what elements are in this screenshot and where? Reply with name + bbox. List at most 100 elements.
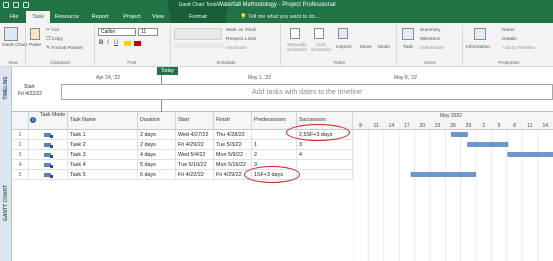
summary-button[interactable]: Summary xyxy=(420,28,441,33)
row-number[interactable]: 1 xyxy=(12,130,29,140)
tab-view[interactable]: View xyxy=(148,11,168,23)
group-label-insert: Insert xyxy=(424,60,436,65)
inspect-button[interactable]: Inspect xyxy=(336,45,351,50)
timeline-date: May 8, '22 xyxy=(394,75,417,81)
successors-cell[interactable]: 4 xyxy=(297,150,353,160)
gantt-chart-area[interactable]: 8 11 14 17 20 23 26 29 2 5 8 11 14 xyxy=(353,112,553,261)
separator xyxy=(94,25,95,65)
predecessors-cell[interactable]: 1 xyxy=(252,140,297,150)
task-name-cell[interactable]: Task 2 xyxy=(68,140,138,150)
inactivate-button[interactable]: Inactivate xyxy=(226,46,247,51)
col-header-finish[interactable]: Finish xyxy=(214,112,252,130)
move-button[interactable]: Move xyxy=(360,45,372,50)
task-name-cell[interactable]: Task 4 xyxy=(68,160,138,170)
col-header-start[interactable]: Start xyxy=(176,112,214,130)
details-button[interactable]: Details xyxy=(502,37,517,42)
cut-button[interactable]: ✂ Cut xyxy=(46,28,59,33)
row-number[interactable]: 5 xyxy=(12,170,29,180)
tab-project[interactable]: Project xyxy=(118,11,146,23)
task-mode-cell[interactable] xyxy=(38,140,68,150)
task-button[interactable]: Task xyxy=(403,45,413,50)
task-name-cell[interactable]: Task 3 xyxy=(68,150,138,160)
finish-cell[interactable]: Mon 5/16/22 xyxy=(214,160,252,170)
tab-task[interactable]: Task xyxy=(26,11,50,23)
duration-cell[interactable]: 2 days xyxy=(138,130,176,140)
col-header-task-name[interactable]: Task Name xyxy=(68,112,138,130)
task-icon[interactable] xyxy=(402,28,414,40)
successors-cell[interactable]: 3 xyxy=(297,140,353,150)
timeline-side-text: TIMELINE xyxy=(3,76,9,100)
information-icon[interactable] xyxy=(474,28,486,40)
font-family-select[interactable]: Calibri xyxy=(98,28,136,36)
respect-links-button[interactable]: Respect Links xyxy=(226,37,256,42)
task-mode-cell[interactable] xyxy=(38,130,68,140)
copy-button[interactable]: ❐ Copy xyxy=(46,37,63,42)
tab-resource[interactable]: Resource xyxy=(52,11,82,23)
duration-cell[interactable]: 6 days xyxy=(138,170,176,180)
select-all-corner[interactable] xyxy=(12,112,29,130)
predecessors-cell[interactable]: 2 xyxy=(252,150,297,160)
col-header-task-mode[interactable]: Task Mode xyxy=(38,112,68,130)
finish-cell[interactable]: Mon 5/9/22 xyxy=(214,150,252,160)
font-color-icon[interactable] xyxy=(134,41,141,46)
task-mode-cell[interactable] xyxy=(38,170,68,180)
task-mode-cell[interactable] xyxy=(38,160,68,170)
deliverable-button[interactable]: Deliverable xyxy=(420,46,444,51)
task-name-cell[interactable]: Task 1 xyxy=(68,130,138,140)
milestone-button[interactable]: Milestone xyxy=(420,37,441,42)
italic-button[interactable]: I xyxy=(107,40,109,46)
duration-cell[interactable]: 5 days xyxy=(138,160,176,170)
col-header-duration[interactable]: Duration xyxy=(138,112,176,130)
successors-cell[interactable] xyxy=(297,160,353,170)
tab-file[interactable]: File xyxy=(4,11,24,23)
separator xyxy=(462,25,463,65)
start-cell[interactable]: Fri 4/29/22 xyxy=(176,140,214,150)
row-number[interactable]: 4 xyxy=(12,160,29,170)
notes-button[interactable]: Notes xyxy=(502,28,515,33)
paste-button[interactable]: Paste xyxy=(29,43,41,48)
row-number[interactable]: 2 xyxy=(12,140,29,150)
task-name-cell[interactable]: Task 5 xyxy=(68,170,138,180)
task-bar[interactable] xyxy=(451,132,468,137)
duration-cell[interactable]: 4 days xyxy=(138,150,176,160)
task-bar[interactable] xyxy=(507,152,553,157)
mark-on-track-button[interactable]: Mark on Track xyxy=(226,28,256,33)
auto-scheduled-task-icon xyxy=(44,152,53,158)
mode-button[interactable]: Mode xyxy=(378,45,390,50)
bold-button[interactable]: B xyxy=(99,40,103,46)
tab-report[interactable]: Report xyxy=(86,11,114,23)
successors-cell[interactable] xyxy=(297,170,353,180)
gantt-chart-icon[interactable] xyxy=(4,27,18,41)
duration-cell[interactable]: 2 days xyxy=(138,140,176,150)
task-bar[interactable] xyxy=(467,142,509,147)
task-mode-cell[interactable] xyxy=(38,150,68,160)
auto-schedule-button[interactable]: Auto Schedule xyxy=(310,43,332,53)
add-to-timeline-button[interactable]: Add to Timeline xyxy=(502,46,535,51)
tell-me-search[interactable]: 💡 Tell me what you want to do... xyxy=(240,11,319,23)
task-bar[interactable] xyxy=(410,172,476,177)
progress-buttons[interactable] xyxy=(174,28,222,40)
start-cell[interactable]: Fri 4/22/22 xyxy=(176,170,214,180)
information-button[interactable]: Information xyxy=(466,45,490,50)
timeline-side-label: TIMELINE xyxy=(0,67,12,112)
finish-cell[interactable]: Thu 4/28/22 xyxy=(214,130,252,140)
manually-schedule-button[interactable]: Manually Schedule xyxy=(284,43,310,53)
font-size-select[interactable]: 11 xyxy=(138,28,158,36)
start-cell[interactable]: Wed 4/27/22 xyxy=(176,130,214,140)
inspect-icon[interactable] xyxy=(338,28,348,39)
underline-button[interactable]: U xyxy=(114,40,118,46)
start-cell[interactable]: Wed 5/4/22 xyxy=(176,150,214,160)
format-painter-button[interactable]: ✎ Format Painter xyxy=(46,46,83,51)
start-cell[interactable]: Tue 5/10/22 xyxy=(176,160,214,170)
auto-schedule-icon[interactable] xyxy=(314,28,324,39)
timeline-bar[interactable]: Add tasks with dates to the timeline xyxy=(61,84,553,100)
row-number[interactable]: 3 xyxy=(12,150,29,160)
paste-icon[interactable] xyxy=(30,28,40,40)
tab-format[interactable]: Format xyxy=(170,11,226,23)
finish-cell[interactable]: Tue 5/3/22 xyxy=(214,140,252,150)
auto-scheduled-task-icon xyxy=(44,142,53,148)
highlight-color-icon[interactable] xyxy=(124,41,131,46)
indent-buttons[interactable] xyxy=(174,43,224,48)
manually-schedule-icon[interactable] xyxy=(290,28,300,39)
gantt-chart-button[interactable]: Gantt Chart xyxy=(2,43,27,48)
